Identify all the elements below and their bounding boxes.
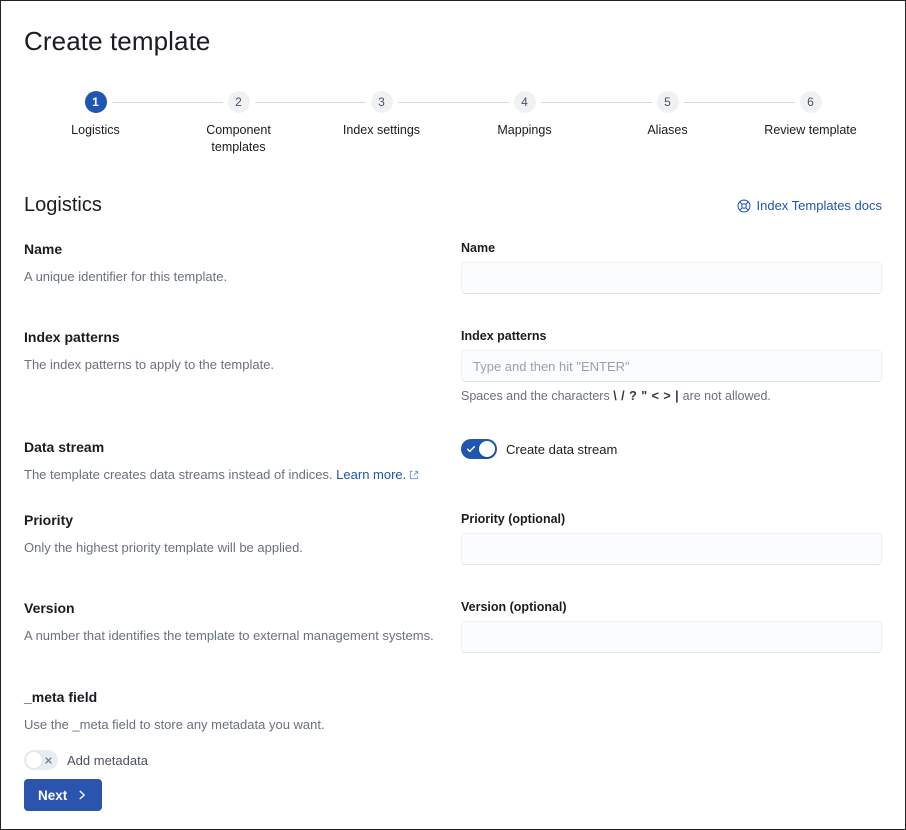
row-meta-field-control — [461, 689, 882, 770]
data-stream-desc-text: The template creates data streams instea… — [24, 467, 333, 482]
step-connector-left — [310, 102, 366, 103]
field-description: A number that identifies the template to… — [24, 628, 434, 643]
row-index-patterns-control: Index patterns Spaces and the characters… — [461, 329, 882, 403]
row-version-control: Version (optional) — [461, 600, 882, 653]
step-number: 5 — [656, 91, 679, 113]
step-connector-right — [397, 102, 453, 103]
index-templates-docs-link[interactable]: Index Templates docs — [737, 198, 883, 213]
version-input-label: Version (optional) — [461, 600, 567, 614]
row-priority: Priority Only the highest priority templ… — [24, 512, 882, 565]
create-data-stream-toggle-row: Create data stream — [461, 439, 882, 459]
step-connector-right — [540, 102, 596, 103]
step-number: 4 — [513, 91, 536, 113]
step-connector-left — [167, 102, 223, 103]
row-index-patterns: Index patterns The index patterns to app… — [24, 329, 882, 403]
section-header: Logistics Index Templates docs — [24, 194, 882, 217]
row-version: Version A number that identifies the tem… — [24, 600, 882, 653]
step-connector-left — [596, 102, 652, 103]
field-title: _meta field — [24, 689, 98, 705]
index-patterns-help-text: Spaces and the characters \ / ? " < > | … — [461, 389, 882, 403]
step-label: Review template — [764, 123, 857, 137]
help-disallowed-chars: \ / ? " < > | — [613, 389, 680, 403]
create-template-page: Create template 1 Logistics 2 Component … — [0, 0, 906, 830]
help-circle-icon — [737, 199, 751, 213]
step-connector-right — [254, 102, 310, 103]
step-number: 3 — [370, 91, 393, 113]
step-connector-left — [739, 102, 795, 103]
step-4-mappings[interactable]: 4 Mappings — [453, 91, 596, 139]
step-label: Index settings — [342, 123, 421, 137]
index-patterns-input[interactable] — [461, 350, 882, 382]
step-number: 6 — [799, 91, 822, 113]
field-description: The index patterns to apply to the templ… — [24, 357, 275, 372]
row-name-description: Name A unique identifier for this templa… — [24, 241, 461, 294]
create-data-stream-toggle[interactable] — [461, 439, 497, 459]
step-label: Mappings — [497, 123, 552, 137]
row-meta-field-description: _meta field Use the _meta field to store… — [24, 689, 461, 770]
step-number: 2 — [227, 91, 250, 113]
wizard-stepper: 1 Logistics 2 Component templates 3 Inde… — [24, 91, 882, 156]
section-title: Logistics — [24, 194, 102, 216]
check-icon — [465, 439, 476, 459]
field-title: Version — [24, 600, 75, 616]
page-title: Create template — [24, 26, 211, 56]
name-input[interactable] — [461, 262, 882, 294]
chevron-right-icon — [75, 789, 88, 802]
step-2-component-templates[interactable]: 2 Component templates — [167, 91, 310, 156]
row-version-description: Version A number that identifies the tem… — [24, 600, 461, 653]
field-title: Priority — [24, 512, 74, 528]
priority-input-label: Priority (optional) — [461, 512, 566, 526]
row-priority-control: Priority (optional) — [461, 512, 882, 565]
create-data-stream-label: Create data stream — [506, 441, 618, 457]
help-prefix: Spaces and the characters — [461, 389, 610, 403]
field-description: Use the _meta field to store any metadat… — [24, 717, 325, 732]
learn-more-label: Learn more. — [336, 467, 407, 482]
field-description: A unique identifier for this template. — [24, 269, 228, 284]
priority-input[interactable] — [461, 533, 882, 565]
step-connector-right — [111, 102, 167, 103]
index-patterns-input-label: Index patterns — [461, 329, 547, 343]
step-number: 1 — [84, 91, 107, 113]
name-input-label: Name — [461, 241, 496, 255]
field-description: Only the highest priority template will … — [24, 540, 303, 555]
row-name-control: Name — [461, 241, 882, 294]
step-5-aliases[interactable]: 5 Aliases — [596, 91, 739, 139]
toggle-knob — [479, 441, 495, 457]
field-description: The template creates data streams instea… — [24, 465, 443, 484]
step-3-index-settings[interactable]: 3 Index settings — [310, 91, 453, 139]
learn-more-link[interactable]: Learn more. — [336, 467, 406, 482]
step-connector-right — [683, 102, 739, 103]
row-data-stream-description: Data stream The template creates data st… — [24, 439, 461, 484]
add-metadata-label: Add metadata — [67, 752, 148, 768]
row-data-stream-control: Create data stream — [461, 439, 882, 484]
next-button-label: Next — [38, 787, 68, 803]
step-6-review-template[interactable]: 6 Review template — [739, 91, 882, 139]
toggle-knob — [26, 752, 42, 768]
step-connector-left — [453, 102, 509, 103]
version-input[interactable] — [461, 621, 882, 653]
row-meta-field: _meta field Use the _meta field to store… — [24, 689, 882, 770]
help-suffix: are not allowed. — [682, 389, 771, 403]
step-label: Logistics — [71, 123, 120, 137]
add-metadata-toggle-row: Add metadata — [24, 750, 443, 770]
row-priority-description: Priority Only the highest priority templ… — [24, 512, 461, 565]
cross-icon — [43, 750, 54, 770]
docs-link-label: Index Templates docs — [756, 198, 883, 213]
step-label: Aliases — [647, 123, 688, 137]
field-title: Index patterns — [24, 329, 120, 345]
external-link-icon — [409, 466, 419, 480]
field-title: Name — [24, 241, 63, 257]
row-name: Name A unique identifier for this templa… — [24, 241, 882, 294]
add-metadata-toggle[interactable] — [24, 750, 58, 770]
step-label: Component templates — [206, 123, 271, 154]
field-title: Data stream — [24, 439, 105, 455]
row-index-patterns-description: Index patterns The index patterns to app… — [24, 329, 461, 403]
row-data-stream: Data stream The template creates data st… — [24, 439, 882, 484]
next-button[interactable]: Next — [24, 779, 103, 811]
step-1-logistics[interactable]: 1 Logistics — [24, 91, 167, 139]
